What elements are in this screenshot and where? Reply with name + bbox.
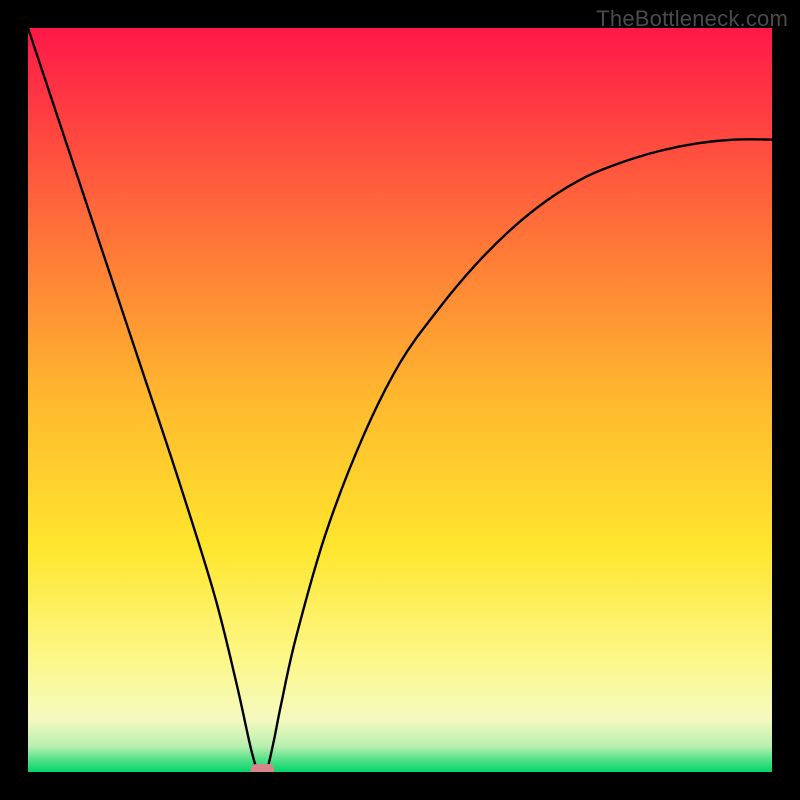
watermark-text: TheBottleneck.com (596, 6, 788, 32)
chart-frame: TheBottleneck.com (0, 0, 800, 800)
plot-area (28, 28, 772, 772)
optimum-marker (250, 764, 274, 772)
chart-svg (28, 28, 772, 772)
gradient-background (28, 28, 772, 772)
